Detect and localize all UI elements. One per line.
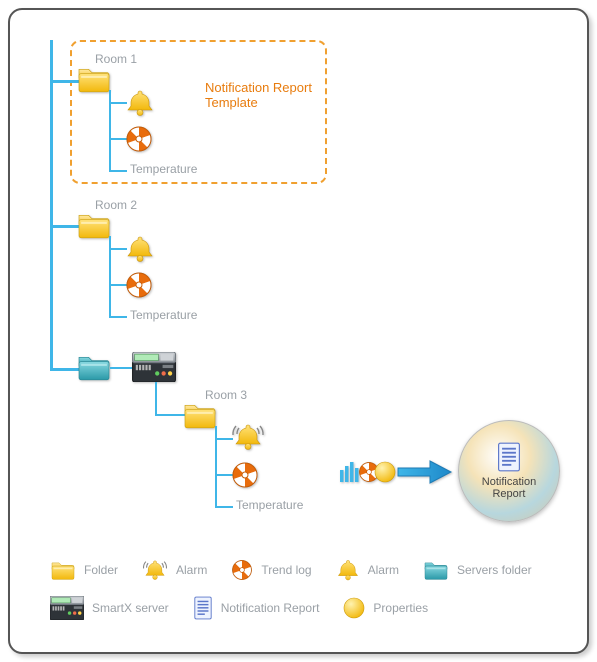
connector bbox=[109, 316, 127, 318]
connector bbox=[155, 414, 185, 416]
bell-ringing-icon bbox=[231, 422, 265, 452]
legend-label: Notification Report bbox=[221, 601, 320, 615]
smartx-server-icon bbox=[132, 352, 176, 382]
legend: Folder Alarm Trend log Alarm Servers fol… bbox=[50, 558, 567, 634]
legend-notif-report: Notification Report bbox=[193, 596, 320, 620]
bell-icon bbox=[125, 234, 155, 264]
room2-temp: Temperature bbox=[130, 308, 197, 322]
legend-trend: Trend log bbox=[231, 559, 311, 581]
legend-folder: Folder bbox=[50, 559, 118, 581]
trend-icon bbox=[125, 125, 153, 153]
trend-icon bbox=[125, 271, 153, 299]
legend-servers-folder: Servers folder bbox=[423, 559, 532, 581]
legend-label: Properties bbox=[373, 601, 428, 615]
folder-icon bbox=[77, 210, 111, 240]
legend-label: SmartX server bbox=[92, 601, 169, 615]
result-label: Notification Report bbox=[482, 476, 536, 500]
legend-row: Folder Alarm Trend log Alarm Servers fol… bbox=[50, 558, 567, 582]
servers-folder-icon bbox=[77, 352, 111, 382]
trend-icon bbox=[231, 461, 259, 489]
legend-label: Alarm bbox=[176, 563, 207, 577]
legend-label: Folder bbox=[84, 563, 118, 577]
legend-smartx: SmartX server bbox=[50, 596, 169, 620]
folder-icon bbox=[183, 400, 217, 430]
doc-icon bbox=[496, 442, 522, 472]
template-label: Notification Report Template bbox=[205, 80, 320, 110]
legend-row: SmartX server Notification Report Proper… bbox=[50, 596, 567, 620]
diagram-frame: Notification Report Template Room 1 Temp… bbox=[8, 8, 589, 654]
room3-temp: Temperature bbox=[236, 498, 303, 512]
flow-group bbox=[340, 458, 454, 486]
connector bbox=[109, 170, 127, 172]
bell-icon bbox=[125, 88, 155, 118]
legend-label: Alarm bbox=[368, 563, 399, 577]
properties-icon bbox=[374, 461, 396, 483]
connector bbox=[110, 367, 132, 369]
connector bbox=[155, 382, 157, 414]
connector bbox=[215, 506, 233, 508]
result-circle: Notification Report bbox=[458, 420, 560, 522]
connector bbox=[50, 225, 80, 228]
folder-icon bbox=[77, 64, 111, 94]
legend-properties: Properties bbox=[343, 597, 428, 619]
connector bbox=[50, 80, 80, 83]
legend-alarm-ring: Alarm bbox=[142, 558, 207, 582]
room1-temp: Temperature bbox=[130, 162, 197, 176]
legend-label: Servers folder bbox=[457, 563, 532, 577]
tree-trunk bbox=[50, 40, 53, 370]
legend-alarm-bell: Alarm bbox=[336, 558, 399, 582]
arrow-icon bbox=[396, 458, 454, 486]
legend-label: Trend log bbox=[261, 563, 311, 577]
connector bbox=[50, 368, 80, 371]
